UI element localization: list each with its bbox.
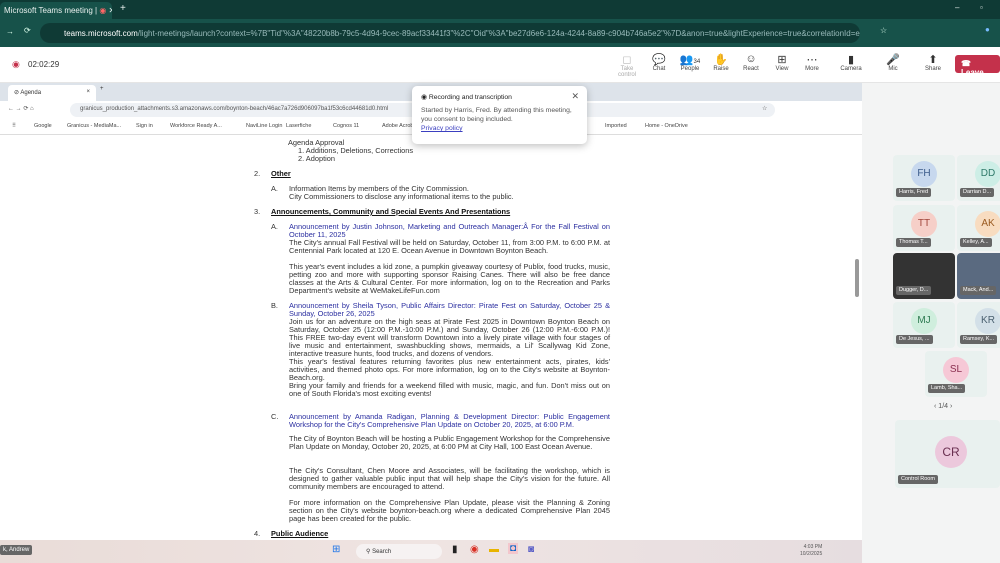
leave-button[interactable]: ☎ Leave [955,55,1000,77]
nav-icons[interactable]: ← → ⟳ ⌂ [8,105,34,112]
bookmark[interactable]: Laserfiche [286,123,311,129]
bookmark[interactable]: Granicus - MediaMa... [67,123,121,129]
recording-icon: ◉ [421,94,427,101]
outlook-icon[interactable]: ◘ [508,543,519,554]
participant-tile[interactable]: MJ De Jesus, ... [893,302,955,348]
participant-tile[interactable]: TT Thomas T... [893,205,955,251]
bookmark[interactable]: Workforce Ready A... [170,123,222,129]
shared-tab-agenda[interactable]: ⊘ Agenda × [8,85,96,101]
privacy-policy-link[interactable]: Privacy policy [421,125,463,132]
announcement-link[interactable]: Announcement by Amanda Radigan, Planning… [289,412,610,429]
announcement-link[interactable]: Announcement by Justin Johnson, Marketin… [289,222,610,239]
bookmark[interactable]: Google [34,123,52,129]
share-icon: ⬆ [928,54,938,66]
participant-video-tile[interactable]: Dugger, D... [893,253,955,299]
toolbar-take-control-button[interactable]: ◻ Take control [612,53,642,78]
avatar: FH [911,161,937,187]
bookmark[interactable]: Cognos 11 [333,123,359,129]
new-tab-icon[interactable]: + [100,86,104,92]
bookmark[interactable]: NaviLine Login [246,123,282,129]
bookmark[interactable]: Home - OneDrive [645,123,688,129]
participant-tile-control-room[interactable]: CR Control Room [895,420,1000,488]
app-icon[interactable]: ▮ [452,544,458,555]
bookmark[interactable]: Sign in [136,123,153,129]
recording-indicator-icon: ◉ [12,59,20,69]
participants-panel: FH Harris, Fred DD Darrian D... TT Thomas T..… [862,83,1000,563]
people-icon: 👥34 [679,54,701,66]
next-page-icon[interactable]: › [950,403,952,410]
participant-tile[interactable]: DD Darrian D... [957,155,1000,201]
scrollbar[interactable] [855,259,859,297]
react-icon: ☺ [745,53,757,65]
pagination: ‹ 1/4 › [934,403,953,410]
forward-icon[interactable]: → [6,27,14,36]
toolbar-people-button[interactable]: 👥34 People [675,53,705,72]
clock-time: 4:03 PM [803,544,823,550]
avatar: DD [975,161,1000,187]
camera-icon: ▮ [847,54,855,66]
avatar: AK [975,211,1000,237]
close-tab-icon[interactable]: ✕ [109,6,112,15]
bookmark[interactable]: Adobe Acrob [382,123,414,129]
taskbar-search[interactable]: ⚲ Search [356,544,442,559]
avatar: TT [911,211,937,237]
new-tab-icon[interactable]: + [120,3,126,14]
toolbar-view-button[interactable]: ⊞ View [767,53,797,72]
recording-icon: ◉ [99,6,107,15]
windows-taskbar: k, Andrew ⊞ ⚲ Search ▮ ◉ ▬ ◘ ◙ 4:03 PM 1… [0,540,862,563]
raise-icon: ✋ [714,54,728,66]
reload-icon[interactable]: ⟳ [24,26,31,35]
avatar: KR [975,308,1000,334]
participant-video-tile[interactable]: Mack, And... [957,253,1000,299]
more-icon: ⋯ [806,54,818,66]
prev-page-icon[interactable]: ‹ [934,403,936,410]
agenda-document: Agenda Approval 1. Additions, Deletions,… [0,135,862,540]
avatar: SL [943,357,969,383]
browser-tab[interactable]: Microsoft Teams meeting | ◉ ✕ [0,2,112,19]
browser-tab-bar: Microsoft Teams meeting | ◉ ✕ + – ▫ [0,0,1000,19]
address-bar: → ⟳ teams.microsoft.com/light-meetings/l… [0,19,1000,47]
take-control-icon: ◻ [622,54,632,66]
announcement-link[interactable]: Announcement by Sheila Tyson, Public Aff… [289,301,610,318]
chat-icon: 💬 [652,54,666,66]
star-icon[interactable]: ☆ [880,26,887,35]
avatar: MJ [911,308,937,334]
profile-icon[interactable]: ● [985,25,990,34]
teams-meeting-toolbar: ◉ 02:02:29 ◻ Take control 💬 Chat 👥34 People ✋ R… [0,47,1000,83]
star-icon[interactable]: ☆ [762,105,767,112]
shared-screen: ⊘ Agenda × + ← → ⟳ ⌂ granicus_production_… [0,83,862,563]
close-icon[interactable]: ✕ [571,92,579,101]
toolbar-more-button[interactable]: ⋯ More [797,53,827,72]
folder-icon[interactable]: ▬ [489,544,499,555]
people-count: 34 [693,59,701,65]
apps-icon[interactable]: ⠿ [12,123,16,129]
toolbar-react-button[interactable]: ☺ React [736,53,766,72]
meeting-timer: 02:02:29 [28,60,60,69]
toolbar-share-button[interactable]: ⬆ Share [918,53,948,72]
minimize-icon[interactable]: – [955,3,959,12]
maximize-icon[interactable]: ▫ [980,3,983,12]
participant-tile[interactable]: KR Ramsey, K... [957,302,1000,348]
chrome-icon[interactable]: ◉ [470,544,479,555]
participant-tile[interactable]: SL Lamb, Sha... [925,351,987,397]
clock-date: 10/2/2025 [800,551,823,557]
participant-tile[interactable]: FH Harris, Fred [893,155,955,201]
toolbar-raise-button[interactable]: ✋ Raise [706,53,736,72]
recording-notification: ◉ Recording and transcription ✕ Started … [412,86,587,144]
section-heading: Other [271,169,291,178]
phone-icon: ☎ [961,59,971,68]
toolbar-mic-button[interactable]: 🎤 Mic [878,53,908,72]
url-field[interactable]: teams.microsoft.com/light-meetings/launc… [40,23,860,43]
windows-start-icon[interactable]: ⊞ [332,544,340,555]
toolbar-camera-button[interactable]: ▮ Camera [836,53,866,72]
section-heading: Announcements, Community and Special Eve… [271,207,511,216]
view-icon: ⊞ [777,54,787,66]
toolbar-chat-button[interactable]: 💬 Chat [644,53,674,72]
participant-tile[interactable]: AK Kelley, A... [957,205,1000,251]
section-heading: Public Audience [271,529,329,538]
participant-label: k, Andrew [0,545,33,555]
bookmark[interactable]: Imported [605,123,627,129]
mic-icon: 🎤 [886,54,900,66]
teams-icon[interactable]: ◙ [528,544,534,555]
